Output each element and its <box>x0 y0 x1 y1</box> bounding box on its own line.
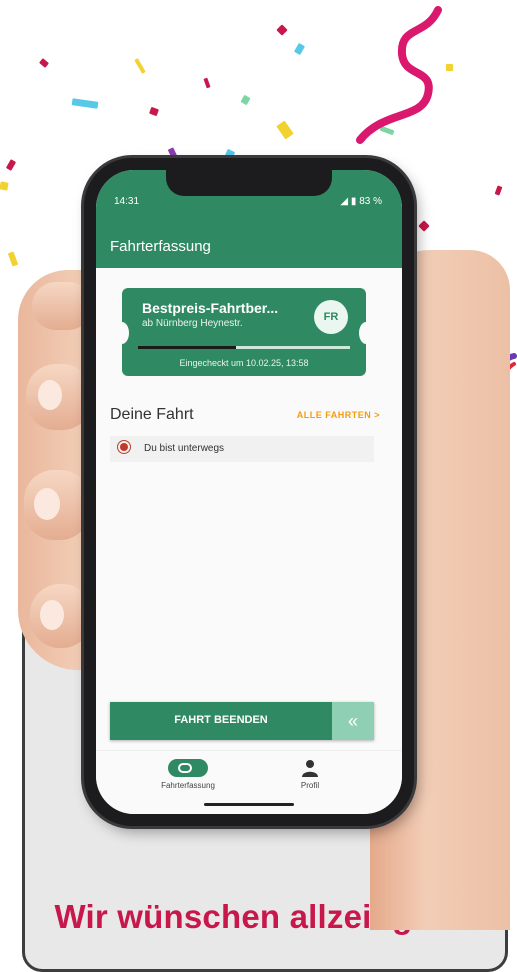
status-battery: ◢ ▮ 83 % <box>340 196 382 207</box>
confetti-piece <box>5 159 17 171</box>
bottom-nav: Fahrterfassung Profil <box>96 750 402 814</box>
battery-icon: ▮ <box>350 196 357 207</box>
ticket-notch <box>359 322 373 344</box>
ticket-badge: FR <box>314 300 348 334</box>
ticket-progress-bar <box>138 346 350 349</box>
ticket-card[interactable]: Bestpreis-Fahrtber... ab Nürnberg Heynes… <box>115 288 373 376</box>
confetti-ribbon <box>356 6 442 144</box>
toggle-icon <box>168 759 208 777</box>
nav-label: Profil <box>300 781 320 790</box>
fingernail <box>34 488 60 520</box>
smartphone: 14:31 ◢ ▮ 83 % Fahrterfassung Bestpreis-… <box>84 158 414 826</box>
page-title: Fahrterfassung <box>110 238 211 255</box>
battery-level: 83 % <box>359 196 382 207</box>
confetti-piece <box>418 220 430 232</box>
home-indicator <box>204 803 294 806</box>
confetti-piece <box>134 58 146 74</box>
fingernail <box>40 600 64 630</box>
confetti-piece <box>276 120 294 140</box>
checkin-time: Eingecheckt um 10.02.25, 13:58 <box>179 358 309 368</box>
fingernail <box>38 380 62 410</box>
ticket-title: Bestpreis-Fahrtber... <box>142 300 279 316</box>
confetti-piece <box>203 77 211 89</box>
confetti-piece <box>71 98 99 109</box>
nav-item-fahrterfassung[interactable]: Fahrterfassung <box>138 759 238 790</box>
nav-item-profil[interactable]: Profil <box>260 759 360 790</box>
user-icon <box>302 760 318 777</box>
confetti-piece <box>240 94 251 106</box>
confetti-piece <box>149 106 159 117</box>
double-chevron-left-icon[interactable]: « <box>332 702 374 740</box>
status-time: 14:31 <box>114 196 140 207</box>
end-trip-button[interactable]: FAHRT BEENDEN « <box>110 702 374 740</box>
hand-finger <box>32 282 92 330</box>
trip-status-text: Du bist unterwegs <box>144 443 225 454</box>
end-trip-label: FAHRT BEENDEN <box>174 714 268 726</box>
phone-screen: 14:31 ◢ ▮ 83 % Fahrterfassung Bestpreis-… <box>96 170 402 814</box>
signal-icon: ◢ <box>340 196 349 207</box>
confetti-piece <box>293 42 306 56</box>
confetti-piece <box>39 58 49 68</box>
ticket-progress-fill <box>138 346 236 349</box>
ticket-subtitle: ab Nürnberg Heynestr. <box>142 318 243 329</box>
all-trips-link[interactable]: ALLE FAHRTEN > <box>297 410 380 420</box>
trip-status-row[interactable]: Du bist unterwegs <box>110 436 374 462</box>
phone-notch <box>166 170 332 196</box>
ticket-notch <box>115 322 129 344</box>
section-title: Deine Fahrt <box>110 406 194 423</box>
confetti-piece <box>7 251 19 267</box>
confetti-piece <box>276 24 288 36</box>
nav-label: Fahrterfassung <box>161 781 215 790</box>
record-icon <box>120 443 128 451</box>
confetti-piece <box>0 181 9 191</box>
confetti-piece <box>494 185 503 196</box>
